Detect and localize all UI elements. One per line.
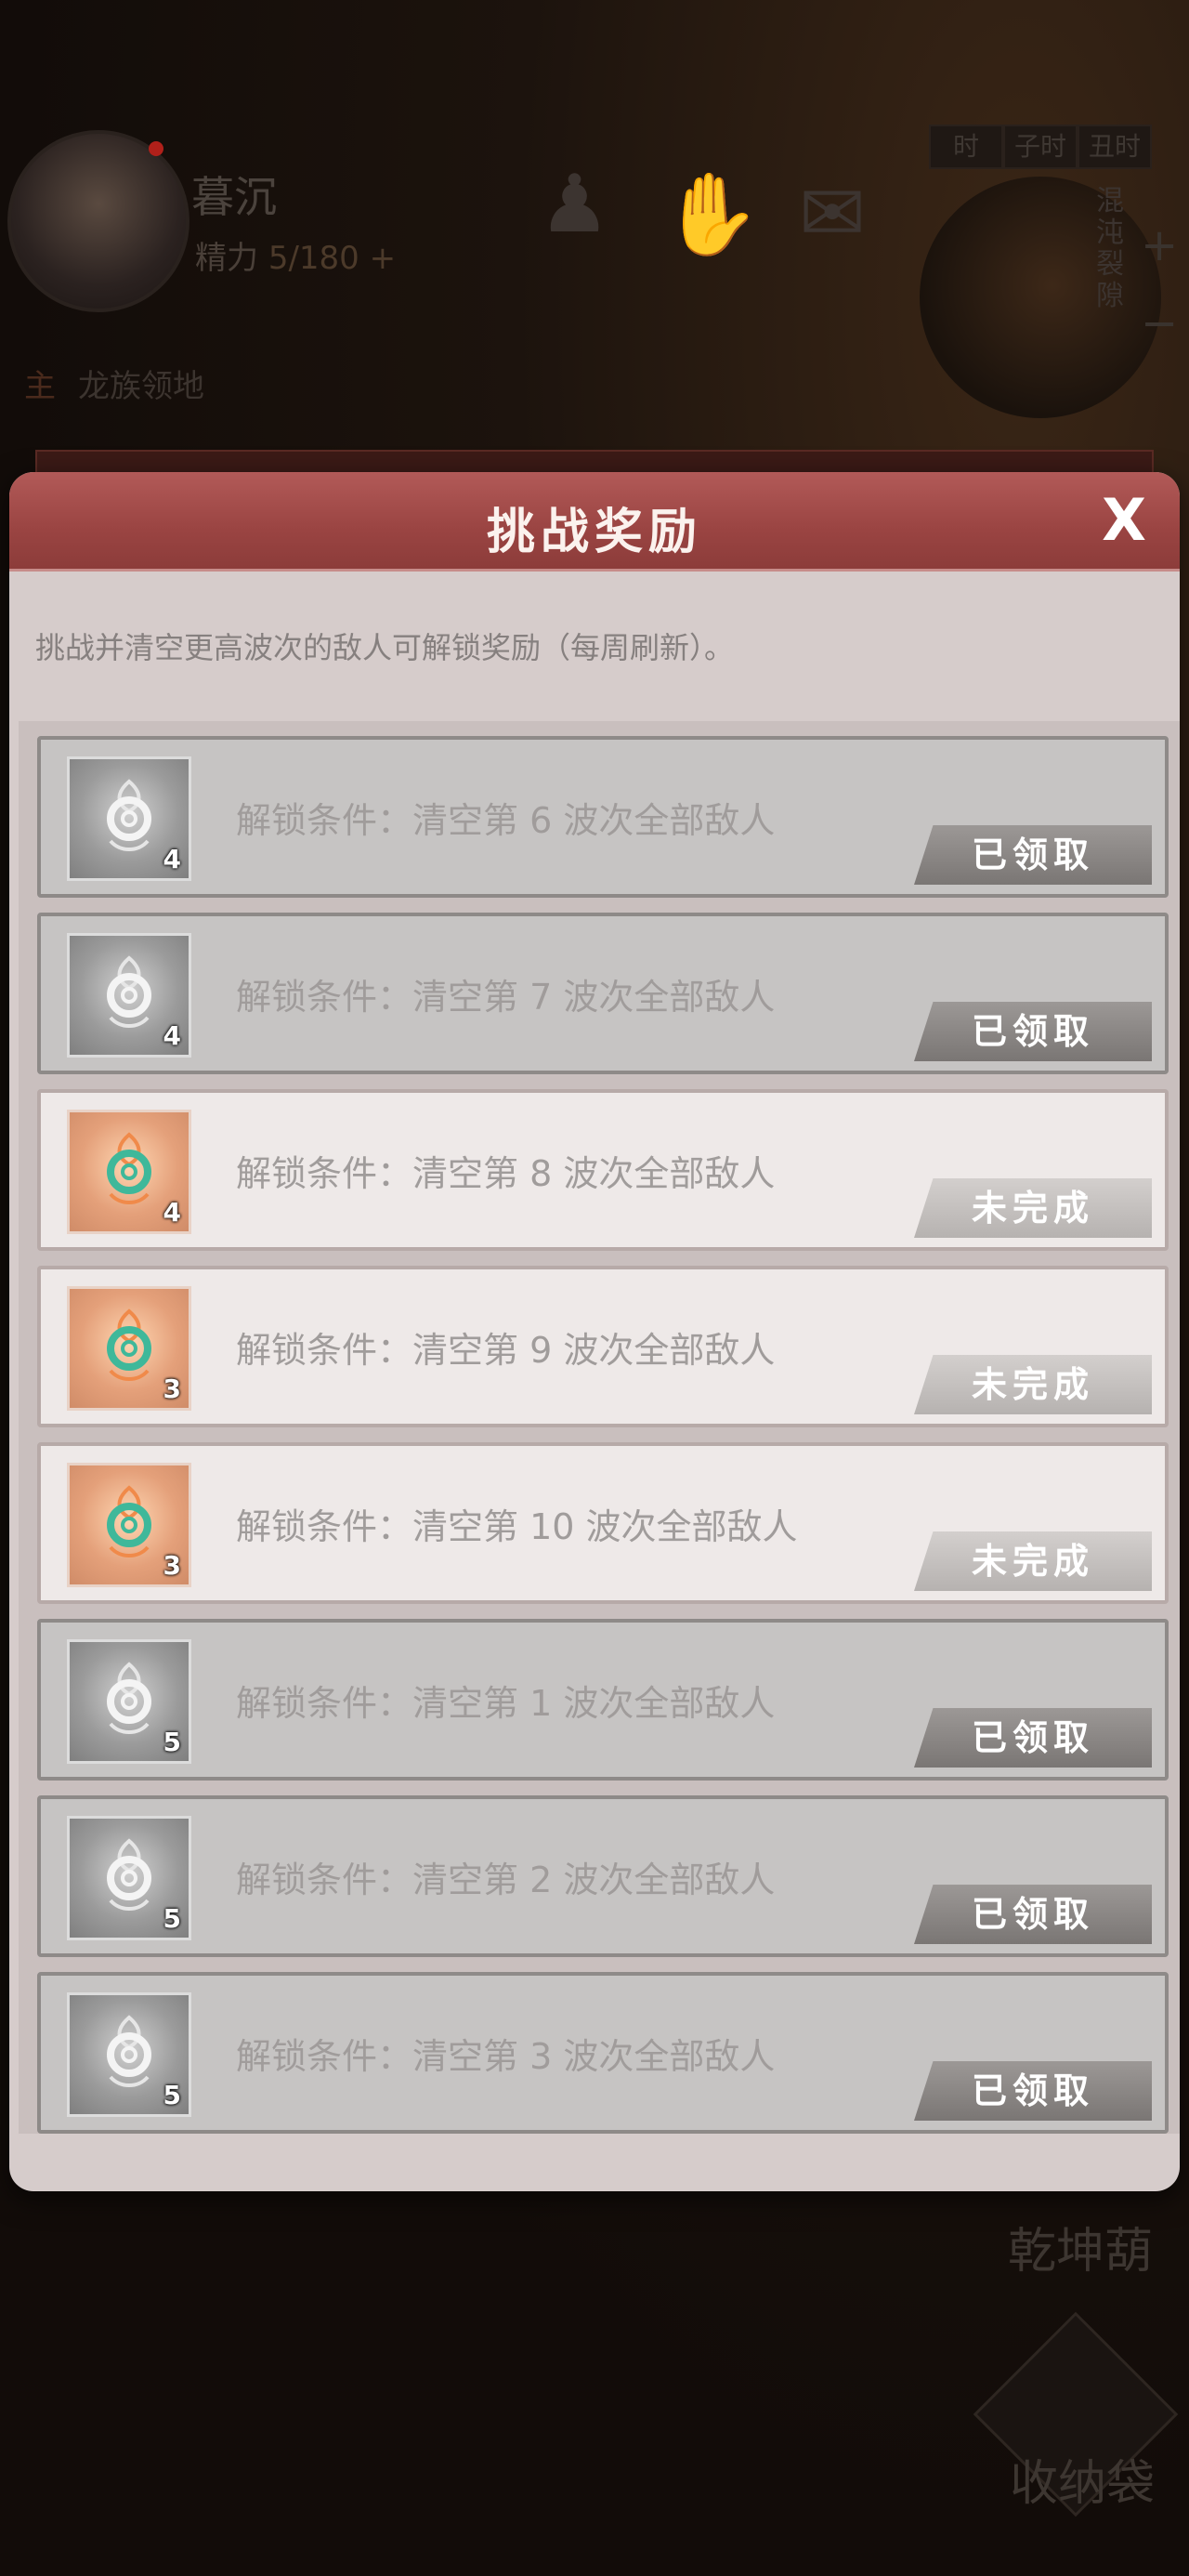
hand-icon: ✋: [661, 168, 762, 261]
time-slot: 丑时: [1078, 125, 1152, 169]
reward-row: 5 解锁条件：清空第 2 波次全部敌人已领取: [37, 1795, 1169, 1957]
item-count: 3: [163, 1373, 181, 1404]
item-count: 5: [163, 1727, 181, 1757]
incomplete-button[interactable]: 未完成: [914, 1178, 1152, 1238]
dialog-description: 挑战并清空更高波次的敌人可解锁奖励（每周刷新）。: [35, 630, 735, 665]
notification-dot: [149, 141, 163, 156]
unlock-condition: 解锁条件：清空第 9 波次全部敌人: [236, 1330, 776, 1371]
jade-amulet-icon[interactable]: 3: [67, 1463, 191, 1587]
unlock-condition: 解锁条件：清空第 2 波次全部敌人: [236, 1860, 776, 1900]
item-count: 5: [163, 2080, 181, 2110]
bag-label: 收纳袋: [1010, 2456, 1156, 2512]
jade-amulet-icon[interactable]: 5: [67, 1639, 191, 1764]
time-slot: 子时: [1003, 125, 1078, 169]
challenge-reward-dialog: 挑战奖励 X 挑战并清空更高波次的敌人可解锁奖励（每周刷新）。 4 解锁条件：清空…: [9, 472, 1180, 2191]
jade-amulet-icon[interactable]: 5: [67, 1816, 191, 1940]
claimed-button[interactable]: 已领取: [914, 1708, 1152, 1768]
jade-amulet-icon[interactable]: 3: [67, 1286, 191, 1411]
energy-display: 精力 5/180 +: [195, 232, 396, 278]
amulet-glyph: [107, 1308, 151, 1381]
pawn-icon: ♟: [539, 158, 611, 251]
unlock-condition: 解锁条件：清空第 7 波次全部敌人: [236, 977, 776, 1018]
player-name: 暮沉: [191, 172, 277, 222]
dialog-title: 挑战奖励: [486, 504, 702, 560]
amulet-glyph: [107, 2015, 151, 2087]
amulet-glyph: [107, 779, 151, 851]
zoom-out-icon: −: [1141, 297, 1179, 349]
avatar: [7, 130, 189, 312]
claimed-button[interactable]: 已领取: [914, 1002, 1152, 1061]
location-label: 混沌裂隙: [1096, 185, 1124, 312]
dialog-header: 挑战奖励 X: [9, 472, 1180, 572]
energy-value: 5/180: [268, 240, 359, 277]
unlock-condition: 解锁条件：清空第 3 波次全部敌人: [236, 2036, 776, 2077]
amulet-glyph: [107, 1662, 151, 1734]
jade-amulet-icon[interactable]: 5: [67, 1992, 191, 2117]
amulet-glyph: [107, 1132, 151, 1204]
item-count: 4: [163, 844, 181, 874]
jade-amulet-icon[interactable]: 4: [67, 756, 191, 881]
item-count: 4: [163, 1020, 181, 1051]
reward-row: 4 解锁条件：清空第 8 波次全部敌人未完成: [37, 1089, 1169, 1251]
claimed-button[interactable]: 已领取: [914, 1885, 1152, 1944]
region-indicator: 主龙族领地: [24, 361, 204, 406]
reward-row: 4 解锁条件：清空第 7 波次全部敌人已领取: [37, 913, 1169, 1074]
reward-row: 3 解锁条件：清空第 9 波次全部敌人未完成: [37, 1266, 1169, 1427]
reward-row: 3 解锁条件：清空第 10 波次全部敌人未完成: [37, 1442, 1169, 1604]
unlock-condition: 解锁条件：清空第 10 波次全部敌人: [236, 1506, 798, 1547]
item-count: 5: [163, 1903, 181, 1934]
region-tag: 主: [24, 368, 56, 405]
energy-add-button: +: [369, 240, 397, 277]
item-count: 4: [163, 1197, 181, 1228]
reward-row: 5 解锁条件：清空第 3 波次全部敌人已领取: [37, 1972, 1169, 2134]
incomplete-button[interactable]: 未完成: [914, 1355, 1152, 1414]
reward-row: 4 解锁条件：清空第 6 波次全部敌人已领取: [37, 736, 1169, 898]
incomplete-button[interactable]: 未完成: [914, 1531, 1152, 1591]
reward-list[interactable]: 4 解锁条件：清空第 6 波次全部敌人 已领取 4 解锁条件：清空第 7 波次全部敌人已…: [19, 721, 1180, 2134]
energy-label: 精力: [195, 240, 258, 277]
gourd-label: 乾坤葫: [1008, 2224, 1154, 2280]
unlock-condition: 解锁条件：清空第 1 波次全部敌人: [236, 1683, 776, 1724]
scroll-icon: ✉: [799, 167, 867, 260]
item-count: 3: [163, 1550, 181, 1581]
region-name: 龙族领地: [78, 368, 204, 405]
close-button[interactable]: X: [1096, 492, 1152, 549]
zoom-in-icon: +: [1141, 219, 1179, 271]
reward-row: 5 解锁条件：清空第 1 波次全部敌人已领取: [37, 1619, 1169, 1781]
claimed-button[interactable]: 已领取: [914, 2061, 1152, 2121]
jade-amulet-icon[interactable]: 4: [67, 1110, 191, 1234]
amulet-glyph: [107, 1485, 151, 1557]
jade-amulet-icon[interactable]: 4: [67, 933, 191, 1058]
unlock-condition: 解锁条件：清空第 8 波次全部敌人: [236, 1153, 776, 1194]
claimed-button[interactable]: 已领取: [914, 825, 1152, 885]
amulet-glyph: [107, 955, 151, 1028]
time-slot: 时: [929, 125, 1003, 169]
time-slots: 时 子时 丑时: [929, 125, 1152, 169]
amulet-glyph: [107, 1838, 151, 1911]
unlock-condition: 解锁条件：清空第 6 波次全部敌人: [236, 800, 776, 841]
